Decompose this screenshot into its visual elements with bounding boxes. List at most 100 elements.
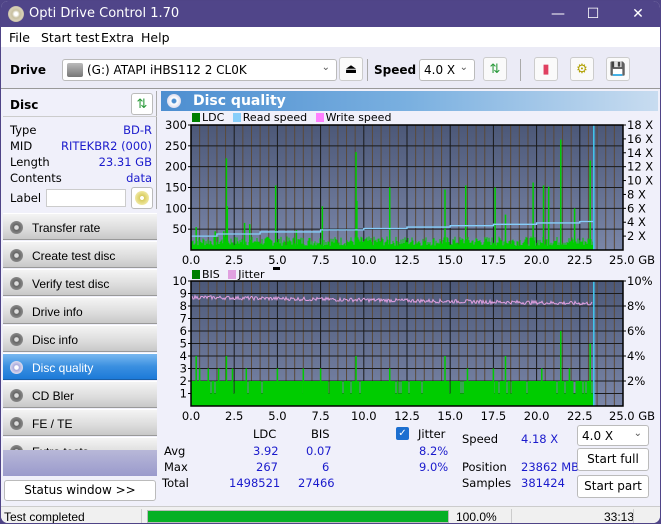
toolbar-divider <box>520 59 521 81</box>
menu-file[interactable]: File <box>9 30 30 45</box>
status-window-button[interactable]: Status window >> <box>4 480 156 501</box>
close-button[interactable]: ✕ <box>618 3 658 25</box>
progress-fill <box>148 511 448 522</box>
disc-length-value: 23.31 GB <box>98 155 152 169</box>
refresh-icon: ⇅ <box>489 61 501 76</box>
disc-mid-value: RITEKBR2 (000) <box>61 139 152 153</box>
minimize-button[interactable]: — <box>538 3 578 25</box>
disc-refresh-button[interactable]: ⇅ <box>131 93 153 115</box>
chevron-down-icon: ⌄ <box>633 428 642 439</box>
title-bar: Opti Drive Control 1.70 — ☐ ✕ <box>1 1 660 27</box>
menu-start-test[interactable]: Start test <box>41 30 100 45</box>
nav-disc-info[interactable]: Disc info <box>3 325 157 352</box>
stats-header-bis: BIS <box>311 427 330 441</box>
stats-total-ldc: 1498521 <box>229 476 281 490</box>
samples-value: 381424 <box>521 476 565 490</box>
legend-bis: BIS <box>202 268 220 281</box>
nav-cd-bler[interactable]: CD Bler <box>3 381 157 408</box>
chevron-down-icon: ⌄ <box>321 62 330 73</box>
disc-row-type: Type BD-R <box>10 123 154 139</box>
stats-max-ldc: 267 <box>256 460 278 474</box>
nav-label: CD Bler <box>32 389 75 403</box>
legend-write-speed: Write speed <box>325 111 392 124</box>
speed-stat-value: 4.18 X <box>521 432 559 446</box>
disc-quality-icon <box>10 361 23 374</box>
app-disc-icon <box>8 6 24 22</box>
position-label: Position <box>462 460 507 474</box>
stats-avg-bis: 0.07 <box>306 444 332 458</box>
drive-value: (G:) ATAPI iHBS112 2 CL0K <box>87 63 247 77</box>
nav-fe-te[interactable]: FE / TE <box>3 409 157 436</box>
nav-verify-test-disc[interactable]: Verify test disc <box>3 269 157 296</box>
nav-drive-info[interactable]: Drive info <box>3 297 157 324</box>
nav-transfer-rate[interactable]: Transfer rate <box>3 213 157 240</box>
disc-info-icon <box>10 333 23 346</box>
fe-te-icon <box>10 417 23 430</box>
cd-bler-icon <box>10 389 23 402</box>
disc-label-label: Label <box>10 191 42 205</box>
disc-contents-value: data <box>126 171 152 185</box>
disc-label-button[interactable] <box>131 187 153 209</box>
nav-disc-quality[interactable]: Disc quality <box>3 353 157 380</box>
legend-swatch-ldc <box>192 113 200 122</box>
chevron-down-icon: ⌄ <box>459 62 468 73</box>
jitter-checkbox[interactable]: ✓ <box>396 427 409 440</box>
settings-button[interactable]: ⚙ <box>570 57 594 81</box>
legend-swatch-bis <box>192 270 200 279</box>
status-bar: Test completed 100.0% 33:13 <box>1 506 660 524</box>
samples-label: Samples <box>462 476 512 490</box>
disc-type-label: Type <box>10 123 37 137</box>
legend-ldc: LDC <box>202 111 225 124</box>
disc-label-input[interactable] <box>46 189 126 207</box>
drive-select[interactable]: (G:) ATAPI iHBS112 2 CL0K ⌄ <box>62 59 337 81</box>
stats-max-jitter: 9.0% <box>419 460 449 474</box>
speed-value: 4.0 X <box>424 63 456 77</box>
save-icon: 💾 <box>609 61 627 76</box>
speed-select[interactable]: 4.0 X ⌄ <box>419 59 475 81</box>
nav-create-test-disc[interactable]: Create test disc <box>3 241 157 268</box>
panel-header: Disc quality <box>161 91 658 111</box>
stats-total-bis: 27466 <box>298 476 335 490</box>
nav-label: Drive info <box>32 305 83 319</box>
stats-avg-ldc: 3.92 <box>253 444 279 458</box>
eject-button[interactable]: ⏏ <box>339 57 363 81</box>
app-window: Opti Drive Control 1.70 — ☐ ✕ File Start… <box>0 0 661 524</box>
stats-header-ldc: LDC <box>253 427 277 441</box>
chart2-legend: BIS Jitter <box>192 267 280 281</box>
menu-bar: File Start test Extra Help <box>1 27 660 47</box>
speed-label: Speed <box>374 63 417 77</box>
disc-panel-header: Disc ⇅ <box>3 91 157 117</box>
eject-icon: ⏏ <box>344 61 358 76</box>
progress-text: 100.0% <box>456 510 497 524</box>
erase-icon: ▮ <box>542 61 550 76</box>
disc-panel-title: Disc <box>10 98 39 112</box>
toolbar: Drive (G:) ATAPI iHBS112 2 CL0K ⌄ ⏏ Spee… <box>1 47 660 89</box>
nav-label: Transfer rate <box>32 221 101 235</box>
chart1-legend: LDC Read speed Write speed <box>192 111 396 124</box>
legend-swatch-write-speed <box>315 113 324 122</box>
drive-label: Drive <box>10 63 46 77</box>
refresh-button[interactable]: ⇅ <box>483 57 507 81</box>
status-divider <box>633 509 634 523</box>
nav-label: Disc quality <box>32 361 94 375</box>
window-title: Opti Drive Control 1.70 <box>29 6 180 21</box>
disc-info-panel: Disc ⇅ Type BD-R MID RITEKBR2 (000) Leng… <box>3 91 157 209</box>
maximize-button[interactable]: ☐ <box>573 3 613 25</box>
nav-label: Verify test disc <box>32 277 110 291</box>
start-part-button[interactable]: Start part <box>577 475 649 498</box>
stats-avg-label: Avg <box>164 444 186 458</box>
start-full-button[interactable]: Start full <box>577 448 649 471</box>
test-speed-select[interactable]: 4.0 X ⌄ <box>577 425 649 446</box>
transfer-rate-icon <box>10 221 23 234</box>
verify-disc-icon <box>10 277 23 290</box>
erase-button[interactable]: ▮ <box>534 57 558 81</box>
menu-help[interactable]: Help <box>141 30 170 45</box>
disc-type-value: BD-R <box>123 123 152 137</box>
toolbar-divider <box>367 59 368 81</box>
test-speed-value: 4.0 X <box>582 429 614 443</box>
menu-extra[interactable]: Extra <box>101 30 134 45</box>
speed-stat-label: Speed <box>462 432 499 446</box>
save-button[interactable]: 💾 <box>606 57 630 81</box>
drive-icon <box>67 63 83 77</box>
legend-read-speed: Read speed <box>242 111 308 124</box>
